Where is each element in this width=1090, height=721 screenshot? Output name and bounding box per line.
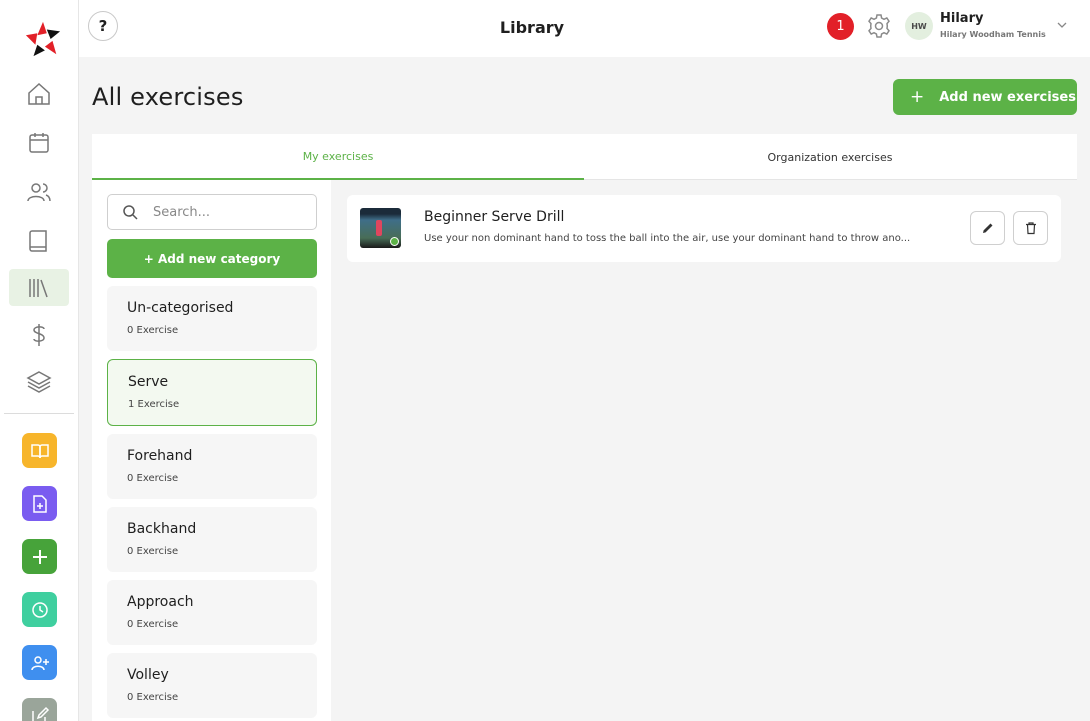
- sidebar: [0, 0, 79, 721]
- category-name: Forehand: [127, 448, 193, 464]
- tab-my-exercises[interactable]: My exercises: [92, 134, 584, 180]
- quick-add-button[interactable]: [22, 539, 57, 574]
- document-plus-icon: [32, 494, 47, 513]
- nav-users[interactable]: [9, 173, 69, 210]
- nav-layers[interactable]: [9, 363, 69, 400]
- add-new-exercises-button[interactable]: + Add new exercises: [893, 79, 1077, 115]
- category-name: Un-categorised: [127, 300, 234, 316]
- user-name: Hilary: [940, 11, 984, 26]
- notification-badge[interactable]: 1: [827, 13, 854, 40]
- edit-exercise-button[interactable]: [970, 211, 1005, 245]
- category-item-approach[interactable]: Approach 0 Exercise: [107, 580, 317, 645]
- exercise-title: Beginner Serve Drill: [424, 209, 565, 225]
- category-item-serve[interactable]: Serve 1 Exercise: [107, 359, 317, 426]
- exercise-thumbnail: [360, 208, 401, 248]
- quick-open-book-button[interactable]: [22, 433, 57, 468]
- chevron-down-icon[interactable]: [1055, 18, 1069, 32]
- exercise-tabs: My exercises Organization exercises: [92, 134, 1077, 180]
- nav-billing[interactable]: [9, 316, 69, 353]
- gear-icon[interactable]: [866, 13, 892, 39]
- plus-icon: [32, 549, 47, 564]
- nav-library[interactable]: [9, 269, 69, 306]
- category-name: Backhand: [127, 521, 197, 537]
- category-count: 0 Exercise: [127, 692, 179, 703]
- pencil-square-icon: [31, 706, 49, 721]
- category-count: 0 Exercise: [127, 619, 179, 630]
- quick-edit-button[interactable]: [22, 698, 57, 721]
- quick-clock-button[interactable]: [22, 592, 57, 627]
- nav-calendar[interactable]: [9, 124, 69, 161]
- tab-organization-exercises[interactable]: Organization exercises: [584, 134, 1076, 180]
- category-item-backhand[interactable]: Backhand 0 Exercise: [107, 507, 317, 572]
- book-icon: [29, 229, 47, 252]
- category-count: 0 Exercise: [127, 546, 179, 557]
- brand-logo[interactable]: [24, 20, 62, 58]
- category-item-volley[interactable]: Volley 0 Exercise: [107, 653, 317, 718]
- category-name: Serve: [128, 374, 169, 390]
- open-book-icon: [30, 443, 49, 458]
- quick-add-user-button[interactable]: [22, 645, 57, 680]
- category-count: 0 Exercise: [127, 325, 179, 336]
- user-plus-icon: [30, 655, 49, 670]
- trash-icon: [1025, 222, 1036, 235]
- layers-icon: [26, 370, 52, 393]
- categories-panel: + Add new category Un-categorised 0 Exer…: [92, 180, 331, 721]
- exercise-card[interactable]: Beginner Serve Drill Use your non domina…: [347, 195, 1061, 262]
- category-count: 1 Exercise: [128, 399, 180, 410]
- avatar[interactable]: HW: [905, 12, 933, 40]
- category-item-forehand[interactable]: Forehand 0 Exercise: [107, 434, 317, 499]
- top-bar: ? Library 1 HW Hilary Hilary Woodham Ten…: [79, 0, 1090, 57]
- nav-home[interactable]: [9, 75, 69, 112]
- dollar-icon: [33, 323, 45, 346]
- category-item-uncategorised[interactable]: Un-categorised 0 Exercise: [107, 286, 317, 351]
- home-icon: [28, 82, 50, 105]
- search-icon: [123, 204, 138, 220]
- delete-exercise-button[interactable]: [1013, 211, 1048, 245]
- search-input[interactable]: [153, 204, 303, 220]
- search-box[interactable]: [107, 194, 317, 230]
- player-figure: [376, 220, 382, 236]
- category-name: Volley: [127, 667, 169, 683]
- exercise-description: Use your non dominant hand to toss the b…: [424, 233, 911, 244]
- quick-add-document-button[interactable]: [22, 486, 57, 521]
- pencil-icon: [982, 223, 992, 233]
- category-count: 0 Exercise: [127, 473, 179, 484]
- clock-icon: [31, 601, 48, 618]
- category-name: Approach: [127, 594, 194, 610]
- library-icon: [29, 278, 48, 297]
- main-title: All exercises: [92, 83, 244, 111]
- user-organization: Hilary Woodham Tennis: [940, 30, 1046, 39]
- status-dot: [390, 237, 399, 246]
- add-new-exercises-label: Add new exercises: [939, 89, 1076, 105]
- plus-icon: +: [910, 87, 925, 107]
- calendar-icon: [29, 132, 49, 153]
- add-new-category-button[interactable]: + Add new category: [107, 239, 317, 278]
- sidebar-divider: [4, 413, 74, 414]
- users-icon: [27, 182, 51, 201]
- nav-book[interactable]: [9, 222, 69, 259]
